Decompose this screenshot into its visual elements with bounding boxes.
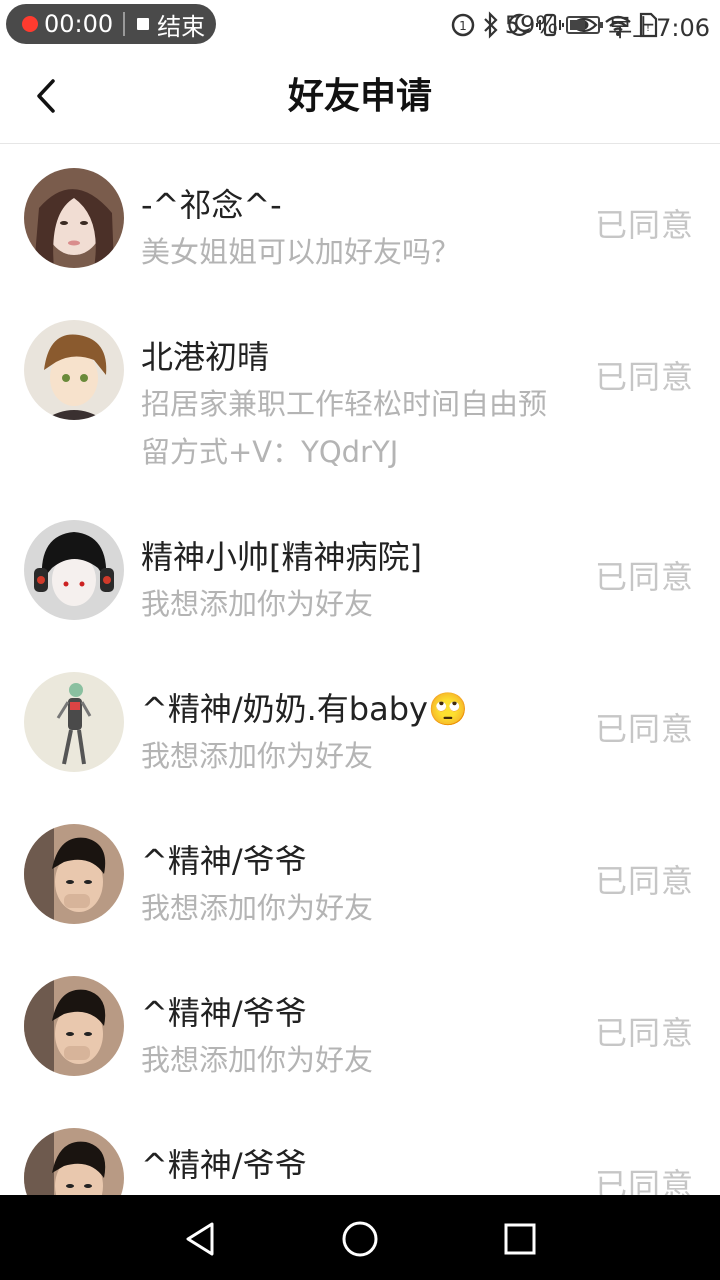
request-status: 已同意 [594,206,694,244]
requester-name: 北港初晴 [141,338,270,376]
battery-icon [566,16,604,34]
request-message: 招居家兼职工作轻松时间自由预留方式+V：YQdrYJ [141,387,548,469]
request-message: 我想添加你为好友 [141,587,374,621]
requester-name: ^精神/爷爷 [141,842,307,880]
screen-recording-pill[interactable]: 00:00 结束 [6,4,216,44]
nav-back-button[interactable] [178,1217,222,1261]
bluetooth-icon [484,11,498,39]
request-status: 已同意 [594,1166,694,1195]
clock: 早上7:06 [608,13,710,42]
avatar[interactable] [24,672,124,772]
avatar[interactable] [24,1128,124,1195]
request-message: 美女姐姐可以加好友吗？ [141,235,461,269]
requester-name: ^精神/爷爷 [141,994,307,1032]
request-message: 我想添加你为好友 [141,891,374,925]
request-status: 已同意 [594,358,694,396]
requester-name: ^精神/奶奶.有baby🙄 [141,690,468,728]
request-message: 我想添加你为好友 [141,1043,374,1077]
request-status: 已同意 [594,862,694,900]
request-status: 已同意 [594,558,694,596]
list-item[interactable]: 精神小帅[精神病院] 我想添加你为好友 已同意 [0,496,720,648]
list-item[interactable]: ^精神/爷爷 我想添加你为好友 已同意 [0,952,720,1104]
avatar[interactable] [24,976,124,1076]
avatar[interactable] [24,168,124,268]
home-circle-icon [342,1221,378,1257]
requester-name: ^精神/爷爷 [141,1146,307,1184]
friend-request-list[interactable]: -^祁念^- 美女姐姐可以加好友吗？ 已同意 北港初晴 招居家兼职工作轻松时间自… [0,144,720,1195]
list-item[interactable]: ^精神/奶奶.有baby🙄 我想添加你为好友 已同意 [0,648,720,800]
svg-text:1: 1 [459,19,467,33]
avatar[interactable] [24,824,124,924]
chevron-left-icon [37,79,55,113]
requester-name: -^祁念^- [141,186,282,224]
list-item[interactable]: -^祁念^- 美女姐姐可以加好友吗？ 已同意 [0,144,720,296]
recents-square-icon [504,1223,536,1255]
stop-icon [137,18,150,30]
recording-time: 00:00 [44,10,114,38]
hd-icon: 1 [451,13,475,37]
back-button[interactable] [18,70,74,122]
request-message: 我想添加你为好友 [141,739,374,773]
end-recording-button[interactable]: 结束 [157,7,205,42]
nav-recents-button[interactable] [498,1217,542,1261]
divider [123,12,126,36]
nav-home-button[interactable] [338,1217,382,1261]
list-item[interactable]: ^精神/爷爷 已同意 [0,1104,720,1195]
avatar[interactable] [24,520,124,620]
status-right: 59% 早上7:06 [505,0,710,50]
page-title: 好友申请 [287,76,432,117]
list-item[interactable]: ^精神/爷爷 我想添加你为好友 已同意 [0,800,720,952]
requester-name: 精神小帅[精神病院] [141,538,422,576]
request-status: 已同意 [594,1014,694,1052]
header: 好友申请 [0,50,720,144]
back-triangle-icon [186,1222,214,1256]
recording-dot-icon [22,16,38,32]
system-nav-bar [0,1195,720,1280]
avatar[interactable] [24,320,124,420]
battery-percent: 59% [504,11,559,39]
status-bar: 00:00 结束 1 ! 59% 早上7:06 [0,0,720,50]
request-status: 已同意 [594,710,694,748]
list-item[interactable]: 北港初晴 招居家兼职工作轻松时间自由预留方式+V：YQdrYJ 已同意 [0,296,720,496]
